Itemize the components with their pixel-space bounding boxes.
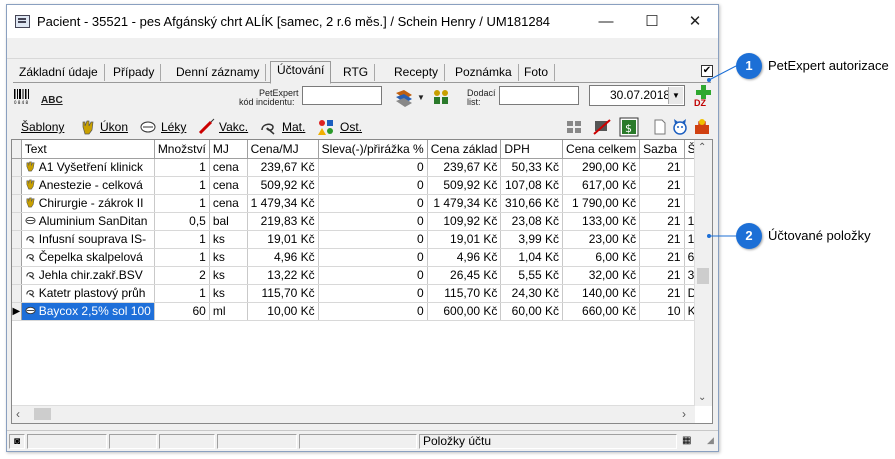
callout-2-label: Účtované položky [768, 228, 871, 243]
callout-1-badge: 1 [736, 53, 762, 79]
callout-1-label: PetExpert autorizace [768, 58, 889, 73]
callout-2-badge: 2 [736, 223, 762, 249]
